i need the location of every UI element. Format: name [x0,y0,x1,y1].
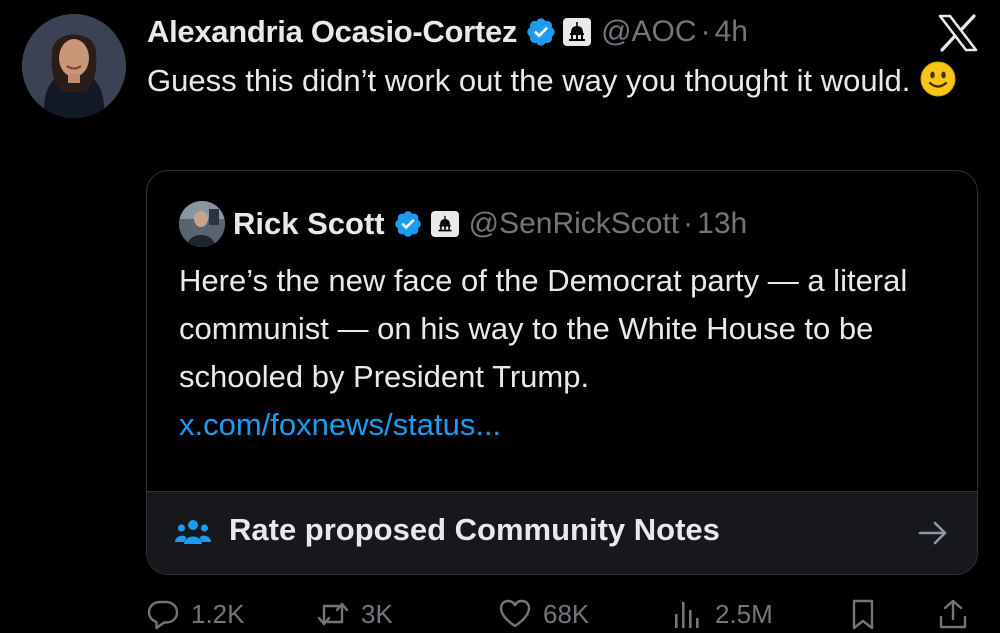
verified-badge-icon[interactable] [525,16,557,48]
community-notes-icon [175,518,211,546]
repost-count: 3K [361,598,393,629]
x-logo-icon [938,14,978,52]
bookmark-icon [852,599,874,630]
repost-button[interactable]: 3K [317,596,393,632]
slightly-smiling-face-icon [920,61,956,97]
repost-icon [317,602,349,626]
tweet-header: Alexandria Ocasio-Cortez @AOC · 4h [147,10,748,54]
share-button[interactable] [937,596,969,632]
quote-text: Here’s the new face of the Democrat part… [179,257,959,449]
like-button[interactable]: 68K [499,596,589,632]
quoted-tweet[interactable]: Rick Scott @SenRickScott · 13h Here’s th… [147,171,977,491]
community-notes-label: Rate proposed Community Notes [229,512,720,547]
reply-button[interactable]: 1.2K [147,596,245,632]
community-notes-bar[interactable]: Rate proposed Community Notes [147,491,977,574]
quote-header: Rick Scott @SenRickScott · 13h [233,201,747,247]
action-bar: 1.2K 3K 68K 2.5M [147,592,977,633]
separator: · [700,15,711,48]
author-handle[interactable]: @AOC [601,15,696,49]
quote-body: Here’s the new face of the Democrat part… [179,263,908,394]
tweet-body: Guess this didn’t work out the way you t… [147,63,911,98]
verified-badge-icon[interactable] [393,209,423,239]
bookmark-button[interactable] [847,596,879,632]
tweet-text: Guess this didn’t work out the way you t… [147,58,967,104]
separator: · [683,207,694,240]
views-count: 2.5M [715,598,773,629]
quote-author-name[interactable]: Rick Scott [233,206,385,242]
author-name[interactable]: Alexandria Ocasio-Cortez [147,14,517,50]
views-icon [675,602,699,628]
views-button[interactable]: 2.5M [671,596,773,632]
author-avatar[interactable] [22,14,126,118]
capitol-icon [430,211,459,237]
quote-time[interactable]: 13h [697,207,747,241]
quote-author-avatar[interactable] [179,201,225,247]
tweet-time[interactable]: 4h [715,15,748,49]
share-icon [939,599,967,629]
quoted-tweet-card[interactable]: Rick Scott @SenRickScott · 13h Here’s th… [146,170,978,575]
reply-count: 1.2K [191,598,245,629]
reply-icon [147,600,179,630]
quote-link[interactable]: x.com/foxnews/status... [179,407,501,442]
heart-icon [499,599,531,628]
like-count: 68K [543,598,590,629]
quote-author-handle[interactable]: @SenRickScott [469,207,680,241]
arrow-right-icon[interactable] [917,518,949,548]
capitol-icon [563,18,592,46]
